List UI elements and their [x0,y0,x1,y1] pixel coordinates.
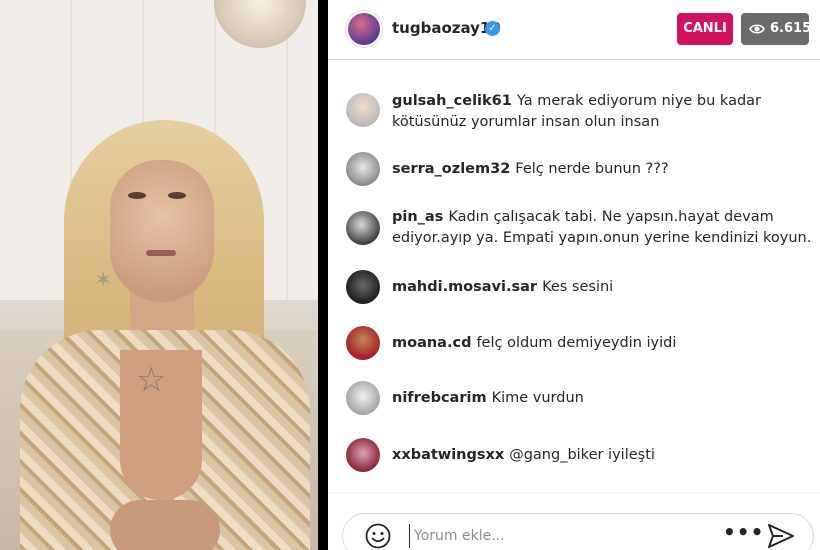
streamer-mouth [146,250,176,256]
comment-body: moana.cd felç oldum demiyeydin iyidi [392,333,812,354]
viewer-count-badge: 6.615 [741,13,812,45]
comment-text: Kes sesini [542,279,614,295]
comment-body: xxbatwingsxx @gang_biker iyileşti [392,445,812,466]
comment-text: @gang_biker iyileşti [509,447,655,463]
streamer-face [110,160,214,302]
comment-text: Kadın çalışacak tabi. Ne yapsın.hayat de… [392,209,812,246]
comment-body: nifrebcarim Kime vurdun [392,388,812,409]
comment-username[interactable]: pin_as [392,209,443,225]
comment-body: mahdi.mosavi.sar Kes sesini [392,277,812,298]
verified-badge-icon: ✓ [485,21,500,36]
comment-text: felç oldum demiyeydin iyidi [476,335,677,351]
comment-avatar[interactable] [346,270,380,304]
comment-username[interactable]: nifrebcarim [392,390,487,406]
streamer-hands [110,500,220,550]
comment-username[interactable]: moana.cd [392,335,471,351]
comment-body: serra_ozlem32 Felç nerde bunun ??? [392,159,812,180]
comment-composer: ••• [342,513,814,550]
live-stream-view: ☆ ✶ tugbaozay10 ✓ CANLI 6.615 gulsah_cel… [0,0,820,550]
comment-body: gulsah_celik61 Ya merak ediyorum niye bu … [392,91,812,133]
comment-avatar[interactable] [346,381,380,415]
live-video[interactable]: ☆ ✶ [0,0,318,550]
comment-text: Felç nerde bunun ??? [515,161,669,177]
comment-input[interactable] [409,524,709,548]
viewer-count: 6.615 [770,21,812,36]
pentagram-pendant-icon: ☆ [136,360,167,400]
stream-header: tugbaozay10 ✓ CANLI 6.615 [328,0,820,60]
smiley-icon[interactable] [365,523,391,549]
send-icon[interactable] [767,523,795,549]
comment-username[interactable]: xxbatwingsxx [392,447,504,463]
comment-username[interactable]: gulsah_celik61 [392,93,512,109]
comment-avatar[interactable] [346,438,380,472]
eye-icon [749,24,765,34]
streamer-eye-left [128,192,146,199]
more-horizontal-icon[interactable]: ••• [723,520,764,544]
comment-avatar[interactable] [346,152,380,186]
comment-avatar[interactable] [346,326,380,360]
comment-avatar[interactable] [346,211,380,245]
live-badge: CANLI [677,13,733,45]
comment-username[interactable]: mahdi.mosavi.sar [392,279,537,295]
divider [318,0,328,550]
comment-avatar[interactable] [346,93,380,127]
composer-divider [328,492,820,493]
comment-text: Kime vurdun [491,390,584,406]
comments-panel: tugbaozay10 ✓ CANLI 6.615 gulsah_celik61… [328,0,820,550]
comment-username[interactable]: serra_ozlem32 [392,161,510,177]
host-avatar[interactable] [346,11,382,47]
star-earring-icon: ✶ [94,268,113,293]
streamer-eye-right [168,192,186,199]
comment-body: pin_as Kadın çalışacak tabi. Ne yapsın.ha… [392,207,812,249]
